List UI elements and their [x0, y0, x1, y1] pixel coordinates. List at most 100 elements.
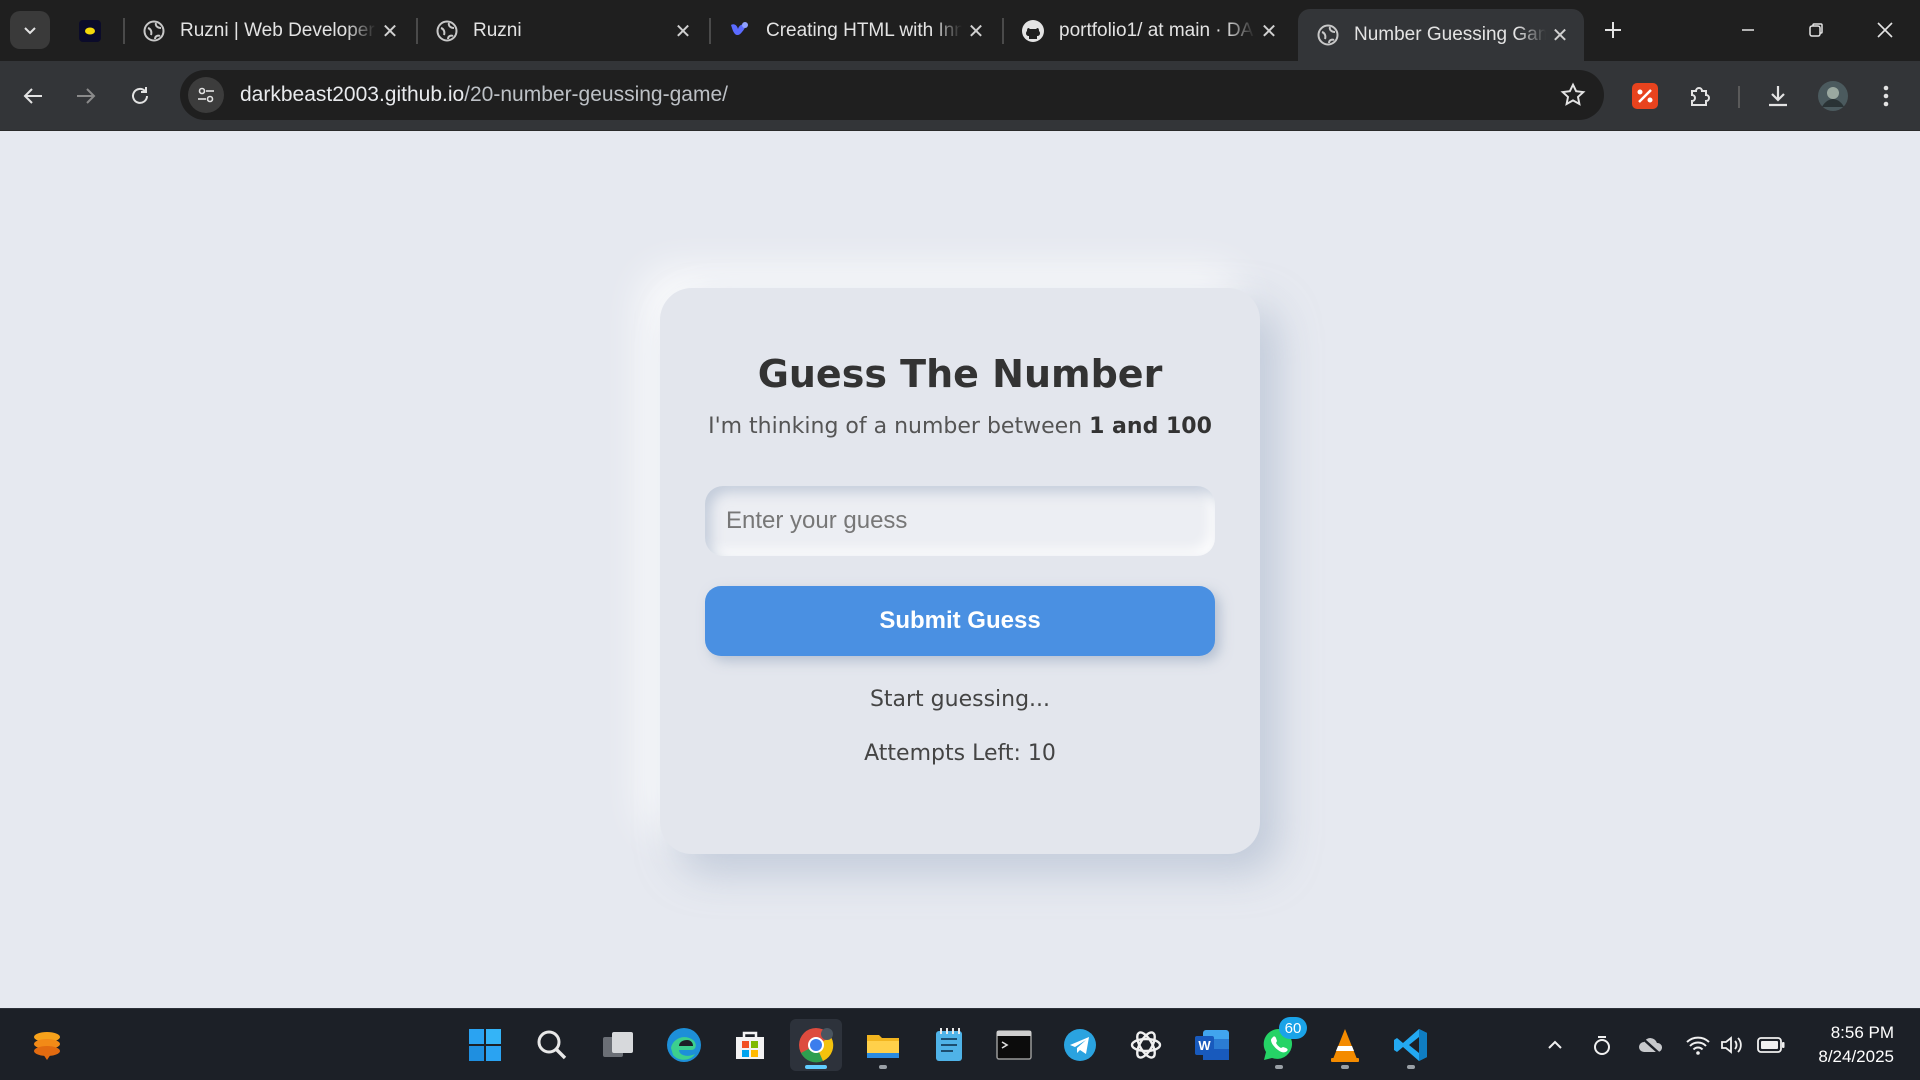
attempts-left: Attempts Left: 10 [864, 741, 1056, 766]
arrow-left-icon [23, 88, 42, 104]
clock-date: 8/24/2025 [1818, 1047, 1894, 1066]
subtitle-prefix: I'm thinking of a number between [708, 414, 1090, 439]
tab-ruzni-web-developer[interactable]: Ruzni | Web Developer ✕ [124, 9, 414, 53]
tab-portfolio-github[interactable]: portfolio1/ at main · DA ✕ [1003, 9, 1293, 53]
game-card: Guess The Number I'm thinking of a numbe… [660, 288, 1260, 854]
vscode-app[interactable] [1385, 1019, 1437, 1071]
minimize-button[interactable] [1724, 10, 1772, 50]
close-icon[interactable]: ✕ [1255, 17, 1283, 45]
notepad-icon [936, 1028, 962, 1061]
submit-guess-button[interactable]: Submit Guess [705, 586, 1215, 656]
tab-moon[interactable] [64, 9, 120, 53]
vlc-app[interactable] [1319, 1019, 1371, 1071]
url-text: darkbeast2003.github.io/20-number-geussi… [240, 83, 728, 107]
tab-creating-html[interactable]: Creating HTML with Inn ✕ [710, 9, 1000, 53]
folder-icon [867, 1035, 899, 1058]
tab-ruzni[interactable]: Ruzni ✕ [417, 9, 707, 53]
clock-time: 8:56 PM [1830, 1023, 1894, 1042]
feedback-message: Start guessing... [869, 687, 1051, 712]
vlc-icon [1331, 1029, 1359, 1062]
minimize-icon [1742, 29, 1754, 31]
chatgpt-app[interactable] [1120, 1019, 1172, 1071]
microsoft-store-app[interactable] [724, 1019, 776, 1071]
widgets-icon [34, 1032, 60, 1060]
notification-badge: 60 [1279, 1017, 1307, 1039]
close-icon[interactable]: ✕ [1546, 21, 1574, 49]
reload-button[interactable] [122, 78, 158, 114]
notepad-app[interactable] [923, 1019, 975, 1071]
chrome-app[interactable] [790, 1019, 842, 1071]
restore-button[interactable] [1792, 10, 1840, 50]
tab-search-button[interactable] [10, 11, 50, 49]
site-info-button[interactable] [188, 77, 224, 113]
url-domain: darkbeast2003.github.io [240, 83, 465, 106]
download-icon[interactable] [1760, 78, 1796, 114]
tune-icon [198, 87, 214, 103]
github-icon [1021, 19, 1045, 43]
task-view-icon [603, 1032, 633, 1057]
onedrive-cloud-icon[interactable] [1637, 1031, 1665, 1059]
telegram-app[interactable] [1054, 1019, 1106, 1071]
volume-icon[interactable] [1718, 1031, 1746, 1059]
search-button[interactable] [526, 1019, 578, 1071]
store-icon [736, 1031, 764, 1059]
plus-icon [1605, 22, 1621, 38]
address-bar[interactable]: darkbeast2003.github.io/20-number-geussi… [180, 70, 1604, 120]
terminal-app[interactable] [988, 1019, 1040, 1071]
terminal-icon [996, 1030, 1032, 1060]
close-icon[interactable]: ✕ [962, 17, 990, 45]
tab-number-guessing-active[interactable]: Number Guessing Gam ✕ [1298, 9, 1584, 61]
start-button[interactable] [459, 1019, 511, 1071]
back-button[interactable] [15, 78, 51, 114]
whatsapp-app[interactable]: 60 [1253, 1017, 1307, 1071]
chrome-icon [799, 1028, 834, 1063]
browser-tab-strip: Ruzni | Web Developer ✕ Ruzni ✕ Creating… [0, 0, 1920, 61]
vscode-icon [1394, 1029, 1427, 1061]
tab-title: Ruzni | Web Developer [180, 20, 375, 41]
word-app[interactable]: W [1186, 1019, 1238, 1071]
running-indicator [1275, 1065, 1283, 1069]
copilot-icon [728, 19, 752, 43]
extensions-puzzle-icon[interactable] [1682, 78, 1718, 114]
tab-title: Ruzni [473, 20, 522, 41]
system-clock[interactable]: 8:56 PM 8/24/2025 [1818, 1021, 1894, 1069]
show-hidden-icons-chevron-up-icon[interactable] [1541, 1031, 1569, 1059]
globe-icon [1316, 23, 1340, 47]
forward-button[interactable] [68, 78, 104, 114]
edge-icon [667, 1028, 701, 1062]
profile-avatar[interactable] [1815, 78, 1851, 114]
svg-text:W: W [1198, 1038, 1211, 1053]
task-view-button[interactable] [592, 1019, 644, 1071]
file-explorer-app[interactable] [857, 1019, 909, 1071]
copilot-tray-icon[interactable] [1588, 1031, 1616, 1059]
edge-app[interactable] [658, 1019, 710, 1071]
reload-icon [132, 87, 148, 104]
url-path: /20-number-geussing-game/ [464, 83, 728, 106]
tab-title: Creating HTML with Inn [766, 20, 962, 41]
tab-title: Number Guessing Gam [1354, 24, 1546, 45]
word-icon: W [1195, 1030, 1229, 1060]
close-icon[interactable]: ✕ [669, 17, 697, 45]
browser-toolbar: darkbeast2003.github.io/20-number-geussi… [0, 61, 1920, 131]
battery-icon[interactable] [1757, 1031, 1785, 1059]
search-icon [537, 1030, 567, 1060]
telegram-icon [1064, 1029, 1096, 1061]
game-title: Guess The Number [757, 352, 1163, 396]
close-icon[interactable]: ✕ [376, 17, 404, 45]
close-icon [1877, 22, 1893, 38]
windows-taskbar: W 60 8:56 PM 8/24/2025 [0, 1008, 1920, 1080]
close-window-button[interactable] [1861, 10, 1909, 50]
running-indicator [1407, 1065, 1415, 1069]
globe-icon [142, 19, 166, 43]
menu-kebab-icon[interactable] [1868, 78, 1904, 114]
wifi-icon[interactable] [1684, 1031, 1712, 1059]
running-indicator [805, 1065, 827, 1069]
guess-input[interactable] [705, 486, 1215, 556]
new-tab-button[interactable] [1597, 14, 1629, 46]
bookmark-star-icon[interactable] [1560, 82, 1586, 113]
extension-percent-icon[interactable] [1627, 78, 1663, 114]
subtitle-range: 1 and 100 [1089, 414, 1212, 439]
widgets-button[interactable] [21, 1019, 73, 1071]
windows-start-icon [469, 1029, 501, 1061]
toolbar-divider [1738, 86, 1740, 108]
